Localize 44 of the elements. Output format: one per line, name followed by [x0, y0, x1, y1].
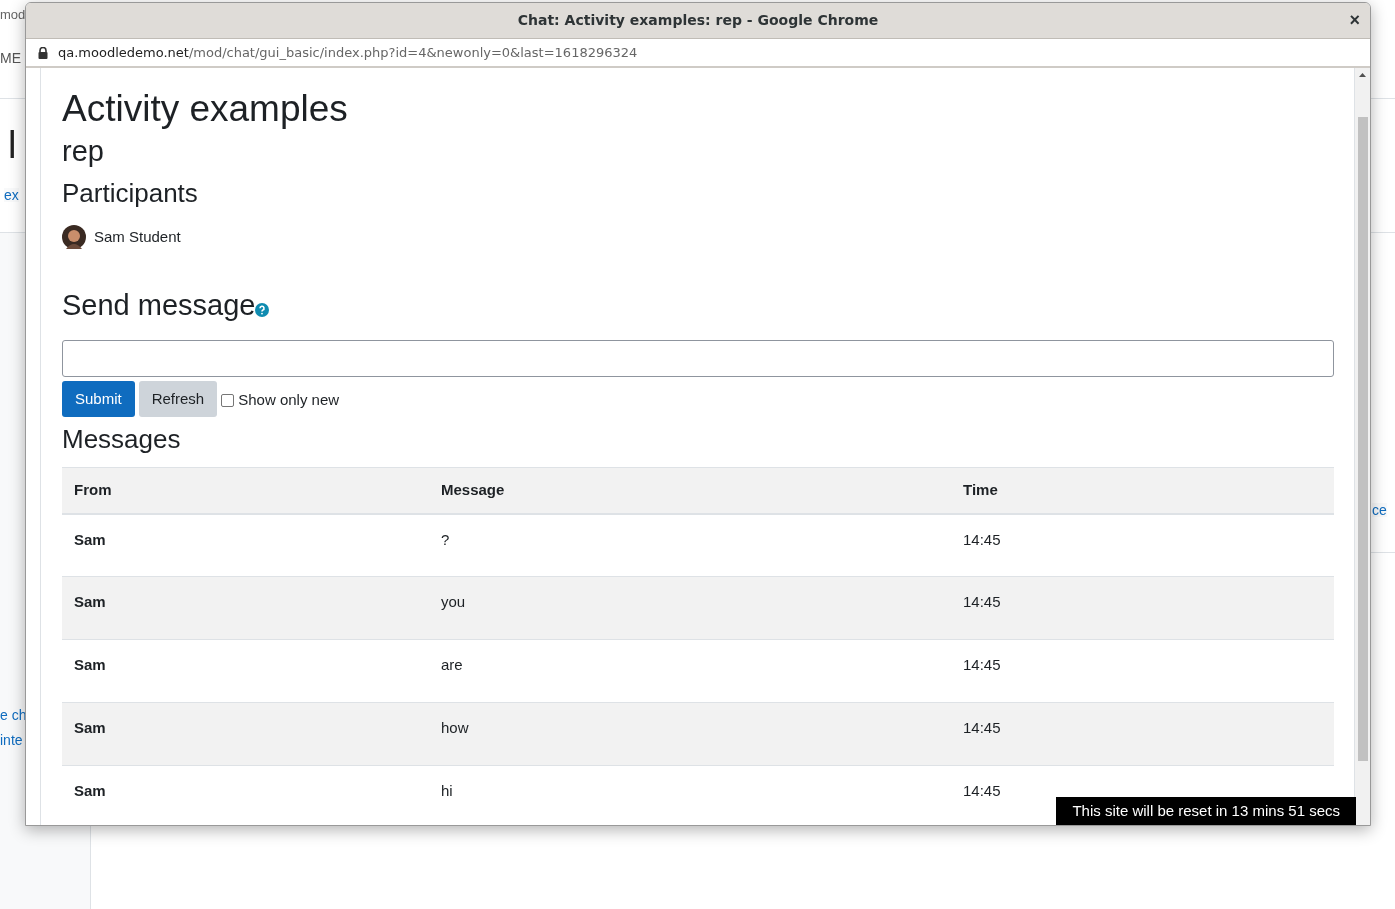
scrollbar-thumb[interactable] — [1357, 117, 1368, 761]
section-heading: Send message — [62, 288, 256, 323]
avatar-icon — [62, 225, 86, 249]
message-time: 14:45 — [963, 656, 1001, 673]
message-text: you — [441, 593, 466, 610]
window-title: Chat: Activity examples: rep - Google Chrome — [517, 11, 879, 30]
close-button[interactable]: × — [1349, 11, 1360, 29]
reset-toast: This site will be reset in 13 mins 51 secs — [1056, 797, 1356, 825]
help-icon[interactable] — [255, 303, 270, 317]
sender-name: Sam — [74, 782, 106, 799]
section-heading: Messages — [62, 423, 182, 456]
message-time: 14:45 — [963, 782, 1001, 799]
section-heading: Participants — [62, 177, 199, 210]
lock-icon — [38, 46, 48, 59]
sender-name: Sam — [74, 656, 106, 673]
scrollbar[interactable] — [1355, 68, 1370, 825]
url-text[interactable]: qa.moodledemo.net/mod/chat/gui_basic/index.php?id=4&newonly=0&last=1618296324 — [58, 42, 638, 63]
message-text: how — [441, 719, 469, 736]
page-subtitle: rep — [62, 134, 105, 169]
scroll-up-icon[interactable] — [1359, 73, 1366, 77]
message-text: hi — [441, 782, 453, 799]
link-text[interactable]: ce — [1372, 503, 1387, 517]
sender-name: Sam — [74, 593, 106, 610]
checkbox-label: Show only new — [238, 390, 340, 410]
column-header: Message — [429, 467, 951, 514]
message-time: 14:45 — [963, 530, 1001, 548]
message-text: are — [441, 656, 463, 673]
nav-text: ME — [0, 51, 21, 65]
submit-button[interactable]: Submit — [62, 381, 135, 417]
link-text[interactable]: ex — [4, 188, 19, 202]
fragment-text: mod — [0, 8, 26, 21]
participant-name[interactable]: Sam Student — [94, 225, 181, 249]
checkbox[interactable] — [221, 393, 235, 407]
message-field[interactable] — [62, 340, 1334, 377]
message-time: 14:45 — [963, 593, 1001, 610]
message-text: ? — [441, 530, 450, 548]
sender-name: Sam — [74, 719, 106, 736]
link-text[interactable]: inte — [0, 733, 23, 747]
message-time: 14:45 — [963, 719, 1001, 736]
column-header: Time — [951, 467, 1334, 514]
page-title: Activity examples — [62, 87, 349, 131]
refresh-button[interactable]: Refresh — [138, 381, 218, 417]
sender-name: Sam — [74, 530, 106, 548]
column-header: From — [62, 467, 429, 514]
